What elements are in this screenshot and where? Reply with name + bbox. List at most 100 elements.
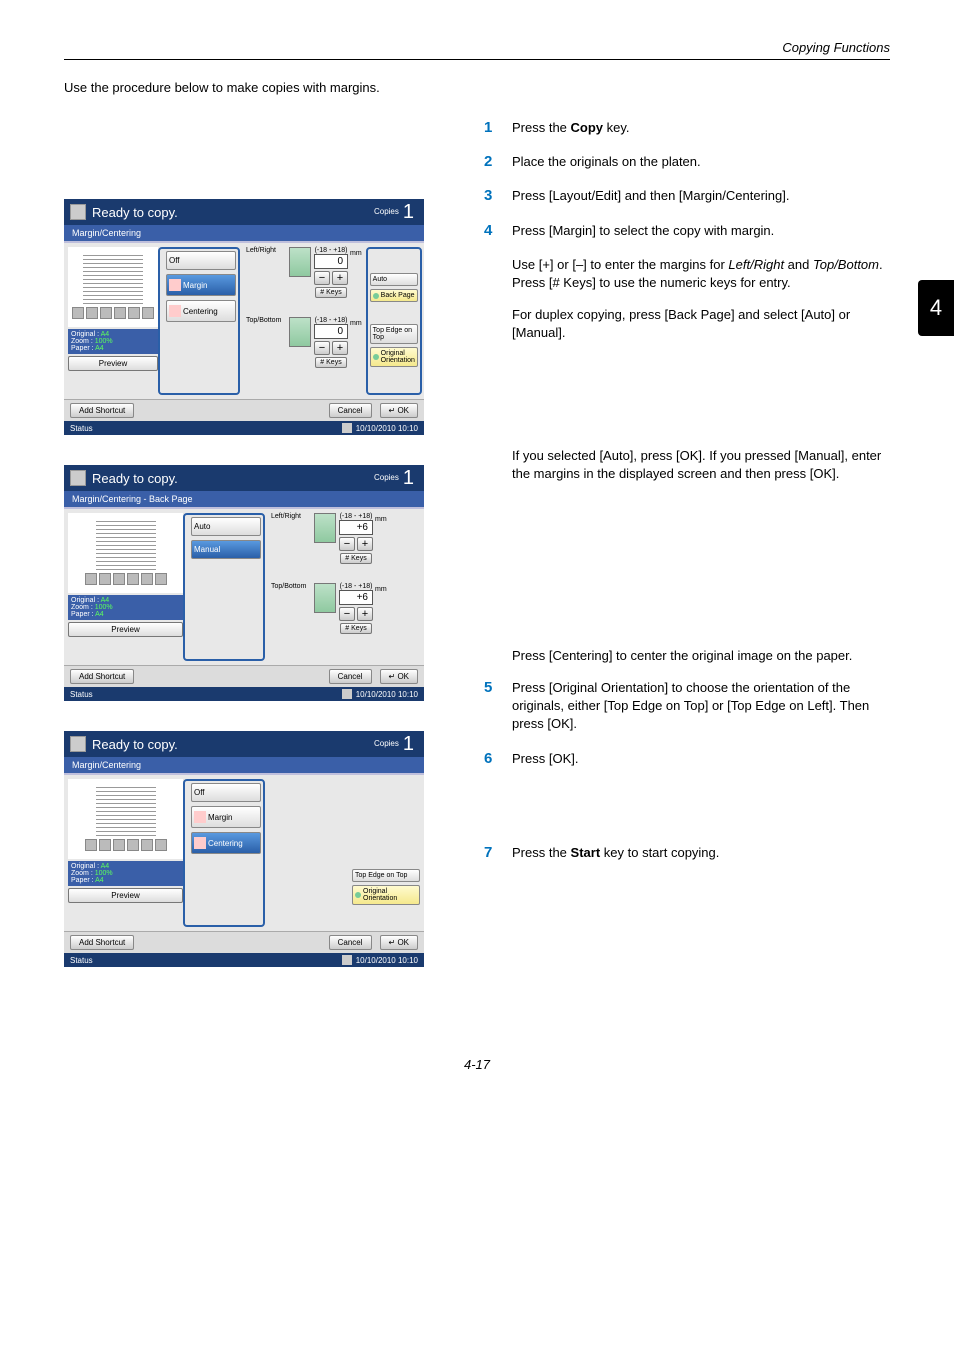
copies-value: 1 <box>403 733 414 756</box>
step-text-5: Press [Original Orientation] to choose t… <box>512 679 890 734</box>
status-timestamp: 10/10/2010 10:10 <box>356 424 418 433</box>
tb-plus[interactable]: + <box>357 607 373 621</box>
status-icon <box>342 689 352 699</box>
tb-minus[interactable]: − <box>339 607 355 621</box>
mm-label: mm <box>350 250 362 257</box>
preview-info: Original : A4 Zoom : 100% Paper : A4 <box>68 595 183 620</box>
step-text-4a: Use [+] or [–] to enter the margins for … <box>512 256 890 292</box>
step-text-4c: If you selected [Auto], press [OK]. If y… <box>512 447 890 483</box>
mode-off[interactable]: Off <box>166 251 236 270</box>
mode-auto[interactable]: Auto <box>191 517 261 536</box>
panel-subtitle: Margin/Centering <box>64 757 424 773</box>
tb-icon <box>314 583 336 613</box>
left-right-label: Left/Right <box>271 513 311 520</box>
tb-value: 0 <box>314 324 348 339</box>
ok-button[interactable]: ↵ OK <box>380 669 419 684</box>
step-number-4: 4 <box>484 222 512 240</box>
copies-value: 1 <box>403 467 414 490</box>
add-shortcut-button[interactable]: Add Shortcut <box>70 669 134 684</box>
lr-icon <box>314 513 336 543</box>
cancel-button[interactable]: Cancel <box>329 403 372 418</box>
copy-app-icon <box>70 204 86 220</box>
status-label: Status <box>70 956 93 965</box>
page-number: 4-17 <box>64 1057 890 1072</box>
copy-app-icon <box>70 470 86 486</box>
left-right-label: Left/Right <box>246 247 286 254</box>
tb-numkeys[interactable]: # Keys <box>315 357 346 368</box>
lr-value: 0 <box>314 254 348 269</box>
cancel-button[interactable]: Cancel <box>329 669 372 684</box>
mode-margin[interactable]: Margin <box>191 806 261 828</box>
step-text-4d: Press [Centering] to center the original… <box>512 647 890 665</box>
preview-button[interactable]: Preview <box>68 622 183 637</box>
mode-off[interactable]: Off <box>191 783 261 802</box>
status-icon <box>342 423 352 433</box>
auto-button[interactable]: Auto <box>370 273 418 286</box>
step-text-2: Place the originals on the platen. <box>512 153 701 171</box>
chapter-tab: 4 <box>918 280 954 336</box>
step-number-6: 6 <box>484 750 512 768</box>
mm-label2: mm <box>375 586 387 593</box>
mode-centering[interactable]: Centering <box>166 300 236 322</box>
copies-value: 1 <box>403 201 414 224</box>
screenshot-centering: Ready to copy. Copies 1 Margin/Centering… <box>64 731 424 967</box>
mm-label: mm <box>375 516 387 523</box>
tb-range: (-18 - +18) <box>340 583 373 590</box>
lr-numkeys[interactable]: # Keys <box>315 287 346 298</box>
lr-value: +6 <box>339 520 373 535</box>
status-timestamp: 10/10/2010 10:10 <box>356 690 418 699</box>
top-bottom-label: Top/Bottom <box>246 317 286 324</box>
tb-range: (-18 - +18) <box>315 317 348 324</box>
preview-thumbnail <box>68 779 183 859</box>
indicator-dot <box>355 892 361 898</box>
step-number-1: 1 <box>484 119 512 137</box>
tb-minus[interactable]: − <box>314 341 330 355</box>
lr-minus[interactable]: − <box>339 537 355 551</box>
step-text-7: Press the Start key to start copying. <box>512 844 719 862</box>
panel-subtitle: Margin/Centering - Back Page <box>64 491 424 507</box>
add-shortcut-button[interactable]: Add Shortcut <box>70 403 134 418</box>
lr-range: (-18 - +18) <box>315 247 348 254</box>
ok-button[interactable]: ↵ OK <box>380 935 419 950</box>
tb-numkeys[interactable]: # Keys <box>340 623 371 634</box>
tb-icon <box>289 317 311 347</box>
preview-button[interactable]: Preview <box>68 888 183 903</box>
top-bottom-label: Top/Bottom <box>271 583 311 590</box>
ok-button[interactable]: ↵ OK <box>380 403 419 418</box>
tb-plus[interactable]: + <box>332 341 348 355</box>
lr-plus[interactable]: + <box>332 271 348 285</box>
lr-numkeys[interactable]: # Keys <box>340 553 371 564</box>
top-edge-button[interactable]: Top Edge on Top <box>352 869 420 882</box>
back-page-button[interactable]: Back Page <box>370 289 418 302</box>
mode-margin[interactable]: Margin <box>166 274 236 296</box>
status-label: Status <box>70 424 93 433</box>
cancel-button[interactable]: Cancel <box>329 935 372 950</box>
status-label: Status <box>70 690 93 699</box>
lr-range: (-18 - +18) <box>340 513 373 520</box>
step-number-7: 7 <box>484 844 512 862</box>
step-number-5: 5 <box>484 679 512 734</box>
margin-icon <box>194 811 206 823</box>
lr-plus[interactable]: + <box>357 537 373 551</box>
status-icon <box>342 955 352 965</box>
orientation-button[interactable]: Original Orientation <box>370 347 418 367</box>
lr-minus[interactable]: − <box>314 271 330 285</box>
intro-text: Use the procedure below to make copies w… <box>64 80 890 95</box>
top-edge-button[interactable]: Top Edge on Top <box>370 324 418 344</box>
preview-button[interactable]: Preview <box>68 356 158 371</box>
status-timestamp: 10/10/2010 10:10 <box>356 956 418 965</box>
screenshot-margin: Ready to copy. Copies 1 Margin/Centering… <box>64 199 424 435</box>
preview-thumbnail <box>68 513 183 593</box>
mode-centering[interactable]: Centering <box>191 832 261 854</box>
panel-subtitle: Margin/Centering <box>64 225 424 241</box>
add-shortcut-button[interactable]: Add Shortcut <box>70 935 134 950</box>
preview-info: Original : A4 Zoom : 100% Paper : A4 <box>68 329 158 354</box>
panel-title: Ready to copy. <box>92 205 374 220</box>
orientation-button[interactable]: Original Orientation <box>352 885 420 905</box>
mode-manual[interactable]: Manual <box>191 540 261 559</box>
indicator-dot <box>373 293 379 299</box>
centering-icon <box>169 305 181 317</box>
preview-thumbnail <box>68 247 158 327</box>
running-header: Copying Functions <box>64 40 890 55</box>
panel-title: Ready to copy. <box>92 737 374 752</box>
